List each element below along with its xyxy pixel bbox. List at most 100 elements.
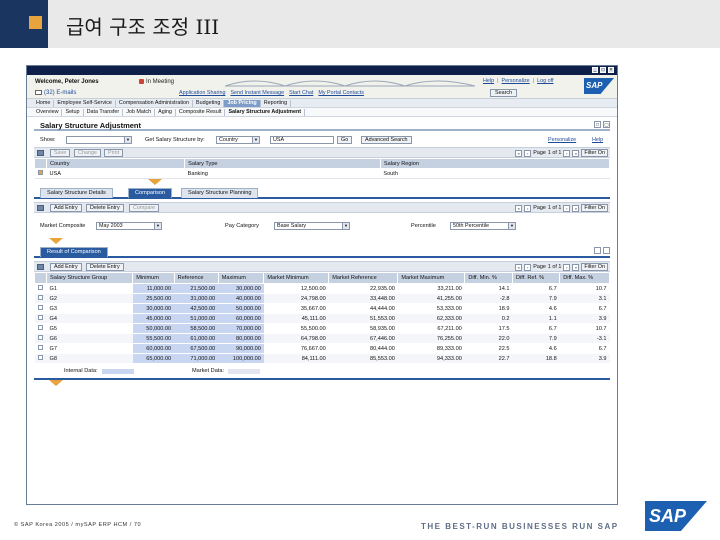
col-market-minimum[interactable]: Market Minimum bbox=[263, 272, 330, 284]
add-entry-button[interactable]: Add Entry bbox=[50, 263, 82, 271]
col-diff-ref[interactable]: Diff. Ref. % bbox=[511, 272, 561, 284]
window-maximize-icon[interactable]: ▢ bbox=[603, 121, 610, 128]
select-all-icon[interactable] bbox=[37, 150, 44, 156]
get-salary-select[interactable]: Country ▼ bbox=[216, 136, 260, 144]
personalize-link[interactable]: Personalize bbox=[548, 137, 576, 143]
link-start-chat[interactable]: Start Chat bbox=[289, 90, 313, 96]
row-selector-icon[interactable] bbox=[37, 315, 43, 320]
next-page-icon[interactable]: › bbox=[563, 149, 571, 157]
row-selector-icon[interactable] bbox=[37, 170, 43, 175]
show-select[interactable]: ▼ bbox=[66, 136, 132, 144]
row-selector[interactable] bbox=[34, 343, 47, 354]
window-restore-icon[interactable] bbox=[594, 247, 601, 254]
row-selector[interactable] bbox=[34, 353, 47, 364]
col-country[interactable]: Country bbox=[45, 158, 186, 169]
link-log-off[interactable]: Log off bbox=[537, 78, 553, 84]
subnav-salary-structure-adjustment[interactable]: Salary Structure Adjustment bbox=[225, 108, 306, 116]
table-row[interactable]: G4 45,000.00 51,000.00 60,000.00 45,111.00 51… bbox=[34, 313, 610, 324]
table-row[interactable]: G8 65,000.00 71,000.00 100,000.00 84,111.00 8… bbox=[34, 353, 610, 364]
compare-button[interactable]: Compare bbox=[129, 204, 160, 212]
market-composite-select[interactable]: May 2003 ▼ bbox=[96, 222, 162, 230]
link-help[interactable]: Help bbox=[483, 78, 494, 84]
filter-button[interactable]: Filter On bbox=[581, 204, 608, 212]
country-input[interactable]: USA bbox=[270, 136, 334, 144]
status-indicator[interactable]: In Meeting bbox=[139, 79, 174, 85]
emails-link[interactable]: (32) E-mails bbox=[35, 90, 76, 96]
change-button[interactable]: Change bbox=[74, 149, 101, 157]
row-selector-icon[interactable] bbox=[37, 295, 43, 300]
link-my-portal-contacts[interactable]: My Portal Contacts bbox=[318, 90, 364, 96]
first-page-icon[interactable]: « bbox=[515, 149, 523, 157]
next-page-icon[interactable]: › bbox=[563, 204, 571, 212]
table-row[interactable]: G7 60,000.00 67,500.00 90,000.00 76,667.00 80… bbox=[34, 343, 610, 354]
row-selector[interactable] bbox=[34, 293, 47, 304]
table-row[interactable]: G2 25,500.00 31,000.00 40,000.00 24,798.00 33… bbox=[34, 293, 610, 304]
nav-reporting[interactable]: Reporting bbox=[261, 99, 292, 107]
link-personalize[interactable]: Personalize bbox=[502, 78, 530, 84]
table-row[interactable]: G3 30,000.00 42,500.00 50,000.00 35,667.00 44… bbox=[34, 303, 610, 314]
select-all-icon[interactable] bbox=[37, 264, 44, 270]
table-row[interactable]: G6 55,500.00 61,000.00 80,000.00 64,798.00 67… bbox=[34, 333, 610, 344]
link-application-sharing[interactable]: Application Sharing bbox=[179, 90, 225, 96]
window-restore-icon[interactable]: □ bbox=[594, 121, 601, 128]
table-row[interactable]: USA Banking South bbox=[34, 168, 610, 179]
subnav-overview[interactable]: Overview bbox=[33, 108, 63, 116]
table-row[interactable]: G1 11,000.00 21,500.00 30,000.00 12,500.00 22… bbox=[34, 283, 610, 294]
col-diff-min[interactable]: Diff. Min. % bbox=[464, 272, 513, 284]
row-selector[interactable] bbox=[34, 333, 47, 344]
nav-compensation-administration[interactable]: Compensation Administration bbox=[116, 99, 194, 107]
col-maximum[interactable]: Maximum bbox=[217, 272, 265, 284]
col-salary-region[interactable]: Salary Region bbox=[379, 158, 611, 169]
select-all-icon[interactable] bbox=[37, 205, 44, 211]
nav-job-pricing[interactable]: Job Pricing bbox=[224, 99, 261, 107]
row-selector[interactable] bbox=[34, 313, 47, 324]
first-page-icon[interactable]: « bbox=[515, 204, 523, 212]
col-minimum[interactable]: Minimum bbox=[132, 272, 175, 284]
col-diff-max[interactable]: Diff. Max. % bbox=[559, 272, 610, 284]
tab-comparison[interactable]: Comparison bbox=[128, 188, 173, 198]
maximize-icon[interactable]: □ bbox=[600, 67, 606, 73]
table-row[interactable]: G5 50,000.00 58,500.00 70,000.00 55,500.00 58… bbox=[34, 323, 610, 334]
last-page-icon[interactable]: » bbox=[572, 263, 580, 271]
row-selector-icon[interactable] bbox=[37, 335, 43, 340]
prev-page-icon[interactable]: ‹ bbox=[524, 204, 532, 212]
close-icon[interactable]: × bbox=[608, 67, 614, 73]
save-button[interactable]: Save bbox=[50, 149, 71, 157]
last-page-icon[interactable]: » bbox=[572, 204, 580, 212]
nav-home[interactable]: Home bbox=[33, 99, 55, 107]
minimize-icon[interactable]: _ bbox=[592, 67, 598, 73]
prev-page-icon[interactable]: ‹ bbox=[524, 263, 532, 271]
next-page-icon[interactable]: › bbox=[563, 263, 571, 271]
row-selector[interactable] bbox=[34, 283, 47, 294]
first-page-icon[interactable]: « bbox=[515, 263, 523, 271]
row-selector-icon[interactable] bbox=[37, 305, 43, 310]
pay-category-select[interactable]: Base Salary ▼ bbox=[274, 222, 350, 230]
link-send-instant-message[interactable]: Send Instant Message bbox=[230, 90, 284, 96]
tab-result-of-comparison[interactable]: Result of Comparison bbox=[40, 247, 108, 257]
row-selector-icon[interactable] bbox=[37, 325, 43, 330]
row-selector-icon[interactable] bbox=[37, 355, 43, 360]
add-entry-button[interactable]: Add Entry bbox=[50, 204, 82, 212]
col-reference[interactable]: Reference bbox=[173, 272, 219, 284]
nav-budgeting[interactable]: Budgeting bbox=[193, 99, 225, 107]
subnav-data-transfer[interactable]: Data Transfer bbox=[84, 108, 124, 116]
subnav-job-match[interactable]: Job Match bbox=[123, 108, 156, 116]
subnav-composite-result[interactable]: Composite Result bbox=[176, 108, 226, 116]
row-selector-icon[interactable] bbox=[37, 345, 43, 350]
col-salary-type[interactable]: Salary Type bbox=[184, 158, 381, 169]
delete-entry-button[interactable]: Delete Entry bbox=[86, 263, 124, 271]
row-selector-icon[interactable] bbox=[37, 285, 43, 290]
filter-button[interactable]: Filter On bbox=[581, 149, 608, 157]
row-selector[interactable] bbox=[34, 323, 47, 334]
go-button[interactable]: Go bbox=[337, 136, 353, 144]
tab-salary-structure-details[interactable]: Salary Structure Details bbox=[40, 188, 113, 198]
row-selector[interactable] bbox=[34, 303, 47, 314]
print-button[interactable]: Print bbox=[104, 149, 124, 157]
tab-salary-structure-planning[interactable]: Salary Structure Planning bbox=[181, 188, 259, 198]
delete-entry-button[interactable]: Delete Entry bbox=[86, 204, 124, 212]
col-market-maximum[interactable]: Market Maximum bbox=[397, 272, 466, 284]
advanced-search-button[interactable]: Advanced Search bbox=[361, 136, 412, 144]
filter-button[interactable]: Filter On bbox=[581, 263, 608, 271]
last-page-icon[interactable]: » bbox=[572, 149, 580, 157]
nav-employee-self-service[interactable]: Employee Self-Service bbox=[54, 99, 116, 107]
